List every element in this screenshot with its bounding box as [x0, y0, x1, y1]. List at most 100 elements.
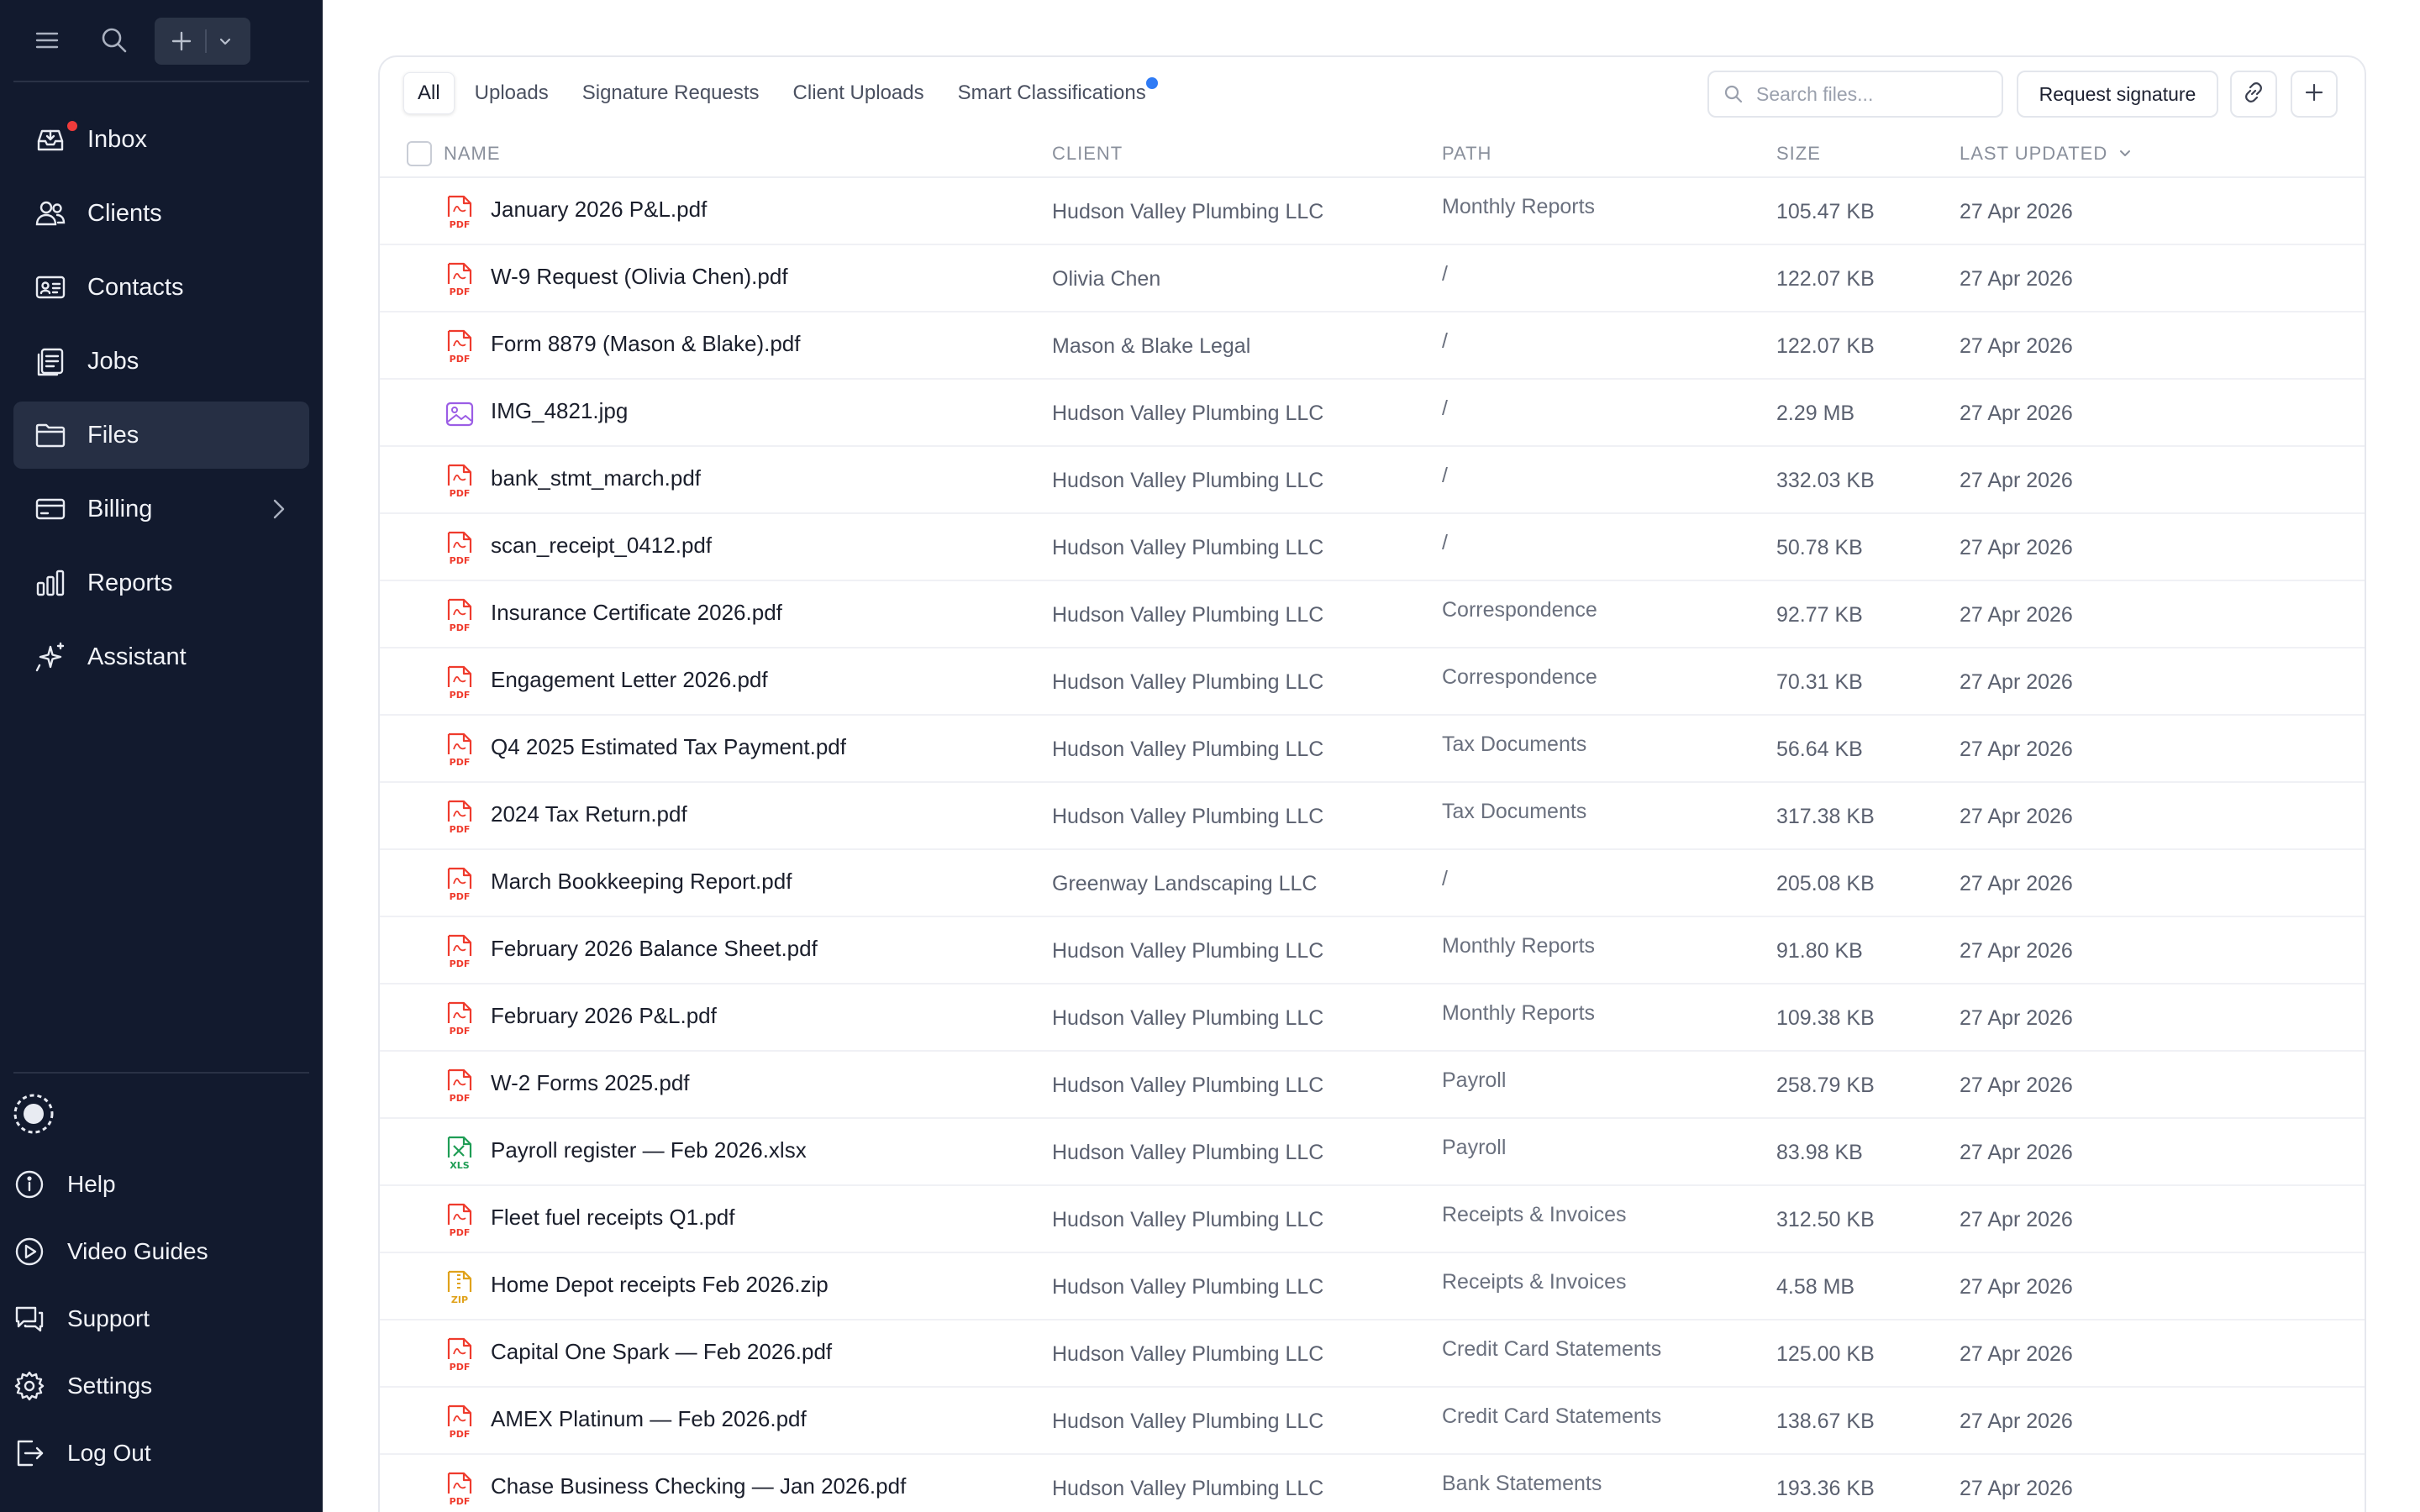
file-path-link[interactable]: Tax Documents	[1442, 800, 1586, 824]
file-path-link[interactable]: Payroll	[1442, 1136, 1506, 1160]
table-row[interactable]: ZIP Home Depot receipts Feb 2026.zip Hudso…	[380, 1253, 2365, 1320]
table-row[interactable]: IMG_4821.jpg Hudson Valley Plumbing LLC / 2…	[380, 380, 2365, 447]
file-client-link[interactable]: Greenway Landscaping LLC	[1052, 872, 1317, 896]
file-path-link[interactable]: Payroll	[1442, 1068, 1506, 1093]
copy-link-button[interactable]	[2230, 71, 2277, 118]
file-client-link[interactable]: Hudson Valley Plumbing LLC	[1052, 603, 1323, 627]
file-path-link[interactable]: /	[1442, 396, 1448, 421]
file-path-link[interactable]: /	[1442, 329, 1448, 354]
file-name-link[interactable]: Chase Business Checking — Jan 2026.pdf	[491, 1473, 906, 1499]
column-header-path[interactable]: PATH	[1442, 143, 1491, 165]
file-name-link[interactable]: W-9 Request (Olivia Chen).pdf	[491, 264, 788, 290]
file-client-link[interactable]: Hudson Valley Plumbing LLC	[1052, 402, 1323, 426]
file-name-link[interactable]: Capital One Spark — Feb 2026.pdf	[491, 1339, 832, 1365]
file-name-link[interactable]: W-2 Forms 2025.pdf	[491, 1070, 690, 1096]
file-name-link[interactable]: Fleet fuel receipts Q1.pdf	[491, 1205, 734, 1231]
file-client-link[interactable]: Hudson Valley Plumbing LLC	[1052, 536, 1323, 560]
file-name-link[interactable]: scan_receipt_0412.pdf	[491, 533, 712, 559]
file-name-link[interactable]: AMEX Platinum — Feb 2026.pdf	[491, 1406, 807, 1432]
brand-logo-icon[interactable]	[12, 1092, 55, 1136]
file-path-link[interactable]: /	[1442, 464, 1448, 488]
tab-signature-requests[interactable]: Signature Requests	[569, 72, 773, 114]
sidebar-item-help[interactable]: Help	[13, 1151, 309, 1218]
column-header-size[interactable]: SIZE	[1776, 143, 1821, 165]
file-path-link[interactable]: Credit Card Statements	[1442, 1404, 1661, 1429]
file-name-link[interactable]: bank_stmt_march.pdf	[491, 465, 701, 491]
request-signature-button[interactable]: Request signature	[2017, 71, 2218, 118]
sidebar-item-settings[interactable]: Settings	[13, 1352, 309, 1420]
table-row[interactable]: PDF Engagement Letter 2026.pdf Hudson Vall…	[380, 648, 2365, 716]
file-path-link[interactable]: /	[1442, 262, 1448, 286]
file-client-link[interactable]: Hudson Valley Plumbing LLC	[1052, 1477, 1323, 1501]
sidebar-item-video-guides[interactable]: Video Guides	[13, 1218, 309, 1285]
file-name-link[interactable]: Form 8879 (Mason & Blake).pdf	[491, 331, 801, 357]
sidebar-item-inbox[interactable]: Inbox	[13, 106, 309, 173]
file-path-link[interactable]: Tax Documents	[1442, 732, 1586, 757]
file-name-link[interactable]: February 2026 Balance Sheet.pdf	[491, 936, 818, 962]
file-path-link[interactable]: Monthly Reports	[1442, 1001, 1595, 1026]
create-new-button[interactable]	[155, 18, 250, 65]
table-row[interactable]: PDF Chase Business Checking — Jan 2026.pd…	[380, 1455, 2365, 1512]
table-row[interactable]: PDF January 2026 P&L.pdf Hudson Valley Plu…	[380, 178, 2365, 245]
file-client-link[interactable]: Hudson Valley Plumbing LLC	[1052, 200, 1323, 224]
sidebar-item-support[interactable]: Support	[13, 1285, 309, 1352]
chevron-right-icon[interactable]	[266, 496, 292, 522]
table-row[interactable]: PDF February 2026 Balance Sheet.pdf Hudson…	[380, 917, 2365, 984]
column-header-name[interactable]: NAME	[444, 143, 501, 165]
file-client-link[interactable]: Mason & Blake Legal	[1052, 334, 1250, 359]
file-path-link[interactable]: Monthly Reports	[1442, 195, 1595, 219]
file-path-link[interactable]: /	[1442, 867, 1448, 891]
add-file-button[interactable]	[2291, 71, 2338, 118]
table-row[interactable]: PDF March Bookkeeping Report.pdf Greenway …	[380, 850, 2365, 917]
file-client-link[interactable]: Hudson Valley Plumbing LLC	[1052, 939, 1323, 963]
file-name-link[interactable]: Home Depot receipts Feb 2026.zip	[491, 1272, 829, 1298]
file-client-link[interactable]: Hudson Valley Plumbing LLC	[1052, 1208, 1323, 1232]
tab-uploads[interactable]: Uploads	[461, 72, 562, 114]
table-row[interactable]: PDF February 2026 P&L.pdf Hudson Valley Pl…	[380, 984, 2365, 1052]
table-row[interactable]: PDF 2024 Tax Return.pdf Hudson Valley Plum…	[380, 783, 2365, 850]
search-icon[interactable]	[97, 24, 131, 57]
sidebar-item-contacts[interactable]: Contacts	[13, 254, 309, 321]
table-row[interactable]: PDF scan_receipt_0412.pdf Hudson Valley Pl…	[380, 514, 2365, 581]
file-path-link[interactable]: Credit Card Statements	[1442, 1337, 1661, 1362]
table-row[interactable]: PDF W-9 Request (Olivia Chen).pdf Olivia C…	[380, 245, 2365, 312]
file-client-link[interactable]: Hudson Valley Plumbing LLC	[1052, 1141, 1323, 1165]
file-path-link[interactable]: Correspondence	[1442, 598, 1597, 622]
column-header-client[interactable]: CLIENT	[1052, 143, 1123, 165]
file-name-link[interactable]: Q4 2025 Estimated Tax Payment.pdf	[491, 734, 846, 760]
file-client-link[interactable]: Hudson Valley Plumbing LLC	[1052, 805, 1323, 829]
sidebar-item-clients[interactable]: Clients	[13, 180, 309, 247]
select-all-checkbox[interactable]	[407, 141, 432, 166]
file-client-link[interactable]: Olivia Chen	[1052, 267, 1160, 291]
file-name-link[interactable]: January 2026 P&L.pdf	[491, 197, 707, 223]
column-header-last-updated[interactable]: LAST UPDATED	[1960, 143, 2134, 165]
table-row[interactable]: PDF Q4 2025 Estimated Tax Payment.pdf Huds…	[380, 716, 2365, 783]
file-path-link[interactable]: Receipts & Invoices	[1442, 1270, 1627, 1294]
file-client-link[interactable]: Hudson Valley Plumbing LLC	[1052, 738, 1323, 762]
file-client-link[interactable]: Hudson Valley Plumbing LLC	[1052, 469, 1323, 493]
sidebar-item-billing[interactable]: Billing	[13, 475, 309, 543]
sidebar-item-jobs[interactable]: Jobs	[13, 328, 309, 395]
file-client-link[interactable]: Hudson Valley Plumbing LLC	[1052, 1342, 1323, 1367]
table-row[interactable]: PDF Capital One Spark — Feb 2026.pdf Hudso…	[380, 1320, 2365, 1388]
file-path-link[interactable]: Correspondence	[1442, 665, 1597, 690]
file-client-link[interactable]: Hudson Valley Plumbing LLC	[1052, 1074, 1323, 1098]
sidebar-item-files[interactable]: Files	[13, 402, 309, 469]
sidebar-item-log-out[interactable]: Log Out	[13, 1420, 309, 1487]
file-path-link[interactable]: Bank Statements	[1442, 1472, 1602, 1496]
table-row[interactable]: PDF Fleet fuel receipts Q1.pdf Hudson Vall…	[380, 1186, 2365, 1253]
hamburger-menu-icon[interactable]	[32, 25, 62, 55]
file-path-link[interactable]: /	[1442, 531, 1448, 555]
table-row[interactable]: PDF Insurance Certificate 2026.pdf Hudson …	[380, 581, 2365, 648]
table-row[interactable]: PDF W-2 Forms 2025.pdf Hudson Valley Plumb…	[380, 1052, 2365, 1119]
file-name-link[interactable]: March Bookkeeping Report.pdf	[491, 869, 792, 895]
sidebar-item-reports[interactable]: Reports	[13, 549, 309, 617]
file-client-link[interactable]: Hudson Valley Plumbing LLC	[1052, 1275, 1323, 1299]
table-row[interactable]: PDF AMEX Platinum — Feb 2026.pdf Hudson Va…	[380, 1388, 2365, 1455]
file-name-link[interactable]: Insurance Certificate 2026.pdf	[491, 600, 782, 626]
tab-smart-classifications[interactable]: Smart Classifications	[944, 72, 1160, 114]
file-client-link[interactable]: Hudson Valley Plumbing LLC	[1052, 670, 1323, 695]
file-name-link[interactable]: 2024 Tax Return.pdf	[491, 801, 687, 827]
table-row[interactable]: XLS Payroll register — Feb 2026.xlsx Hudso…	[380, 1119, 2365, 1186]
chevron-down-icon[interactable]	[215, 31, 235, 51]
